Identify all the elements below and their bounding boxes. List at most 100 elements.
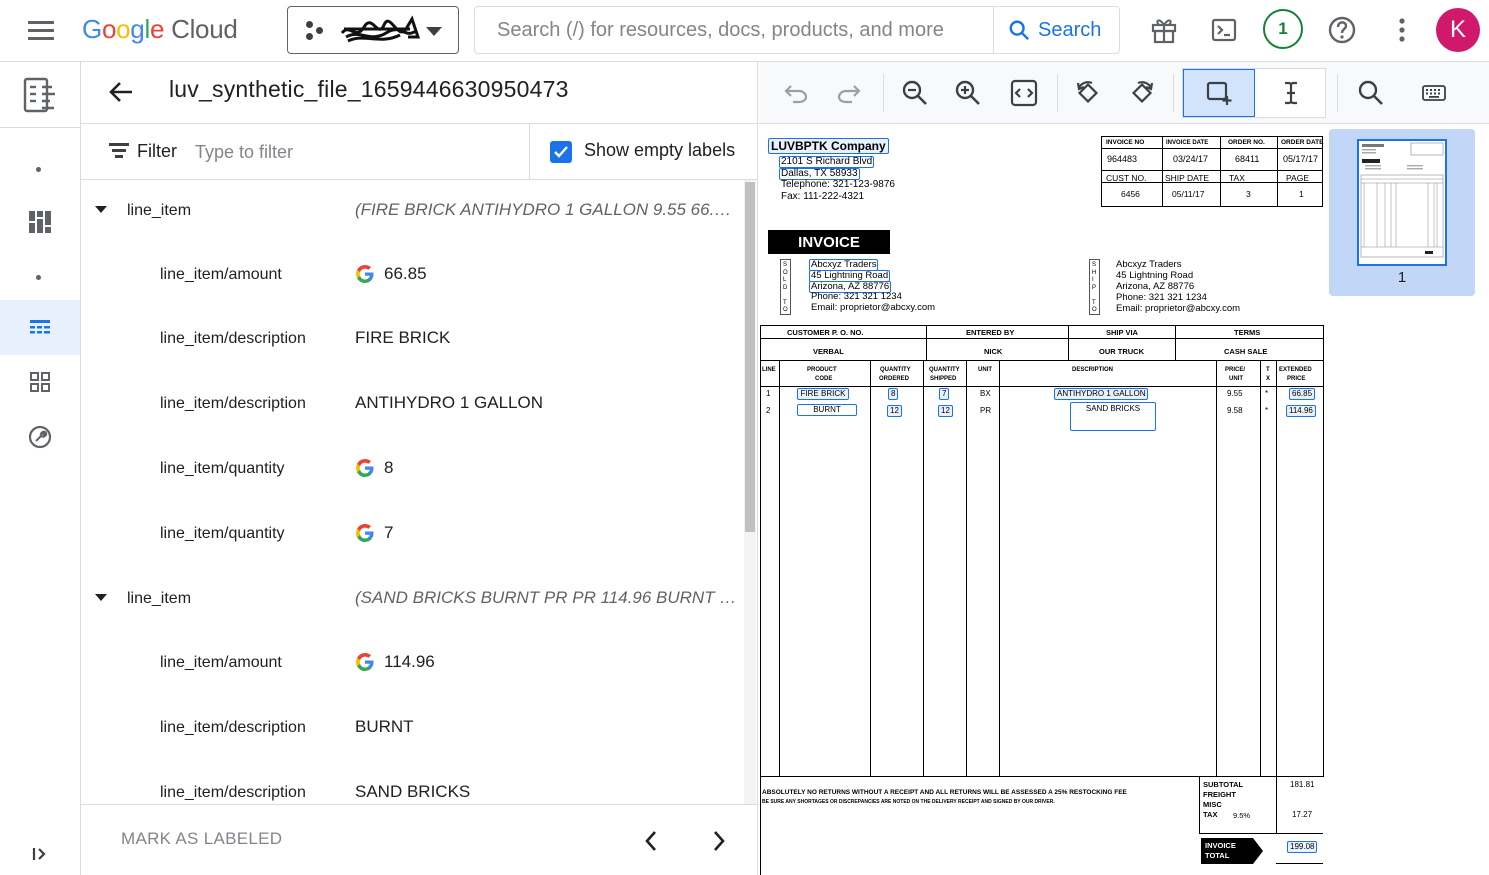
item-shipped[interactable]: 12	[938, 405, 953, 417]
main-menu-icon[interactable]	[28, 19, 54, 41]
list-item[interactable]: line_item/amount 114.96	[81, 632, 743, 696]
company-address-line1[interactable]: 2101 S Richard Blvd	[779, 156, 875, 168]
mark-as-labeled-button[interactable]: MARK AS LABELED	[121, 829, 282, 849]
page-thumbnail[interactable]: 1	[1329, 129, 1475, 296]
redo-icon[interactable]	[827, 71, 871, 115]
grid-view-icon[interactable]	[0, 357, 80, 407]
meta-value[interactable]: 3	[1246, 190, 1251, 199]
col-header: PRICE/	[1225, 367, 1246, 373]
help-icon[interactable]	[1322, 10, 1362, 50]
redacted-project-name	[340, 15, 421, 43]
zoom-out-icon[interactable]	[893, 71, 937, 115]
label-key: line_item/description	[160, 719, 306, 736]
meta-value[interactable]: 03/24/17	[1173, 155, 1208, 164]
draw-box-tool-icon[interactable]	[1183, 69, 1255, 117]
divider	[1175, 325, 1176, 360]
tax-label: TAX	[1203, 810, 1218, 819]
item-description[interactable]: ANTIHYDRO 1 GALLON	[1054, 388, 1149, 400]
keyboard-shortcuts-icon[interactable]	[1412, 71, 1456, 115]
cloud-shell-icon[interactable]	[1204, 10, 1244, 50]
item-extended[interactable]: 66.85	[1289, 388, 1316, 400]
fit-to-width-icon[interactable]	[1002, 71, 1046, 115]
notifications-badge[interactable]: 1	[1263, 9, 1303, 49]
label-value: SAND BRICKS	[355, 782, 471, 801]
rotate-left-icon[interactable]	[1066, 71, 1110, 115]
document-viewer[interactable]: LUVBPTK Company 2101 S Richard Blvd Dall…	[759, 124, 1329, 875]
list-item[interactable]: line_item/quantity 7	[81, 503, 743, 567]
item-ordered[interactable]: 12	[887, 405, 902, 417]
expand-rail-icon[interactable]	[0, 834, 80, 874]
sold-to-letter: S	[783, 262, 788, 268]
scrollbar-thumb[interactable]	[745, 182, 755, 532]
list-item[interactable]: line_item/description FIRE BRICK	[81, 308, 743, 372]
gift-icon[interactable]	[1144, 10, 1184, 50]
item-line: 2	[766, 406, 771, 415]
search-input[interactable]	[475, 7, 993, 53]
meta-value[interactable]: 1	[1299, 190, 1304, 199]
invoice-total-value[interactable]: 199.08	[1287, 841, 1318, 853]
tax-value[interactable]: 17.27	[1292, 811, 1312, 819]
item-description[interactable]: SAND BRICKS	[1070, 402, 1156, 431]
meta-value[interactable]: 6456	[1121, 190, 1140, 199]
show-empty-labels-checkbox[interactable]	[550, 141, 572, 163]
list-item[interactable]: line_item/description SAND BRICKS	[81, 762, 743, 804]
list-item[interactable]: line_item (SAND BRICKS BURNT PR PR 114.9…	[81, 568, 743, 632]
sold-to-name[interactable]: Abcxyz Traders	[809, 259, 879, 271]
filter-input[interactable]	[195, 134, 515, 170]
list-item[interactable]: line_item/amount 66.85	[81, 244, 743, 308]
labeling-icon[interactable]	[0, 300, 80, 355]
more-vert-icon[interactable]	[1382, 10, 1422, 50]
subtotal-value[interactable]: 181.81	[1290, 781, 1314, 789]
filter-bar: Filter Show empty labels	[81, 124, 757, 180]
document-ai-product-icon[interactable]	[0, 62, 80, 128]
collapse-icon[interactable]	[95, 594, 107, 601]
chevron-left-icon[interactable]	[635, 825, 667, 857]
project-picker[interactable]	[287, 6, 459, 54]
meta-header: ORDER DATE	[1281, 139, 1324, 146]
dashboard-icon[interactable]	[0, 197, 80, 247]
collapse-icon[interactable]	[95, 206, 107, 213]
sold-to-letter: O	[783, 269, 788, 276]
divider	[529, 124, 530, 180]
search-icon	[1009, 20, 1030, 41]
order-value[interactable]: OUR TRUCK	[1099, 348, 1144, 356]
divider	[779, 360, 780, 777]
list-scrollbar[interactable]	[744, 180, 756, 804]
avatar[interactable]: K	[1436, 8, 1480, 52]
undo-icon[interactable]	[774, 71, 818, 115]
divider	[760, 325, 1323, 326]
company-name[interactable]: LUVBPTK Company	[768, 138, 889, 154]
item-code[interactable]: FIRE BRICK	[797, 388, 849, 400]
rotate-right-icon[interactable]	[1120, 71, 1164, 115]
meta-value[interactable]: 964483	[1107, 155, 1137, 164]
order-header: SHIP VIA	[1106, 328, 1138, 337]
filter-icon[interactable]	[109, 143, 129, 159]
back-arrow-icon[interactable]	[105, 76, 137, 108]
zoom-in-icon[interactable]	[946, 71, 990, 115]
rail-separator-dot	[36, 167, 41, 172]
meta-value[interactable]: 05/11/17	[1172, 190, 1204, 199]
sold-to-address1[interactable]: 45 Lightning Road	[809, 270, 891, 282]
filter-label[interactable]: Filter	[137, 141, 177, 162]
chevron-right-icon[interactable]	[703, 825, 735, 857]
build-icon[interactable]	[0, 412, 80, 462]
meta-value[interactable]: 68411	[1235, 155, 1259, 164]
item-code[interactable]: BURNT	[797, 404, 857, 416]
search-document-icon[interactable]	[1349, 71, 1393, 115]
order-value[interactable]: NICK	[984, 348, 1002, 356]
text-select-tool-icon[interactable]	[1255, 69, 1327, 117]
list-item[interactable]: line_item (FIRE BRICK ANTIHYDRO 1 GALLON…	[81, 180, 743, 244]
panel-header: luv_synthetic_file_1659446630950473	[81, 62, 757, 124]
item-shipped[interactable]: 7	[939, 388, 950, 400]
order-value[interactable]: CASH SALE	[1224, 348, 1267, 356]
list-item[interactable]: line_item/description BURNT	[81, 697, 743, 761]
meta-value[interactable]: 05/17/17	[1283, 155, 1318, 164]
item-ordered[interactable]: 8	[888, 388, 899, 400]
search-button[interactable]: Search	[993, 7, 1119, 53]
list-item[interactable]: line_item/quantity 8	[81, 438, 743, 502]
col-header: LINE	[762, 367, 776, 373]
google-cloud-logo[interactable]: Google Cloud	[82, 14, 238, 45]
list-item[interactable]: line_item/description ANTIHYDRO 1 GALLON	[81, 373, 743, 437]
order-value[interactable]: VERBAL	[813, 348, 844, 356]
item-extended[interactable]: 114.96	[1286, 405, 1316, 417]
